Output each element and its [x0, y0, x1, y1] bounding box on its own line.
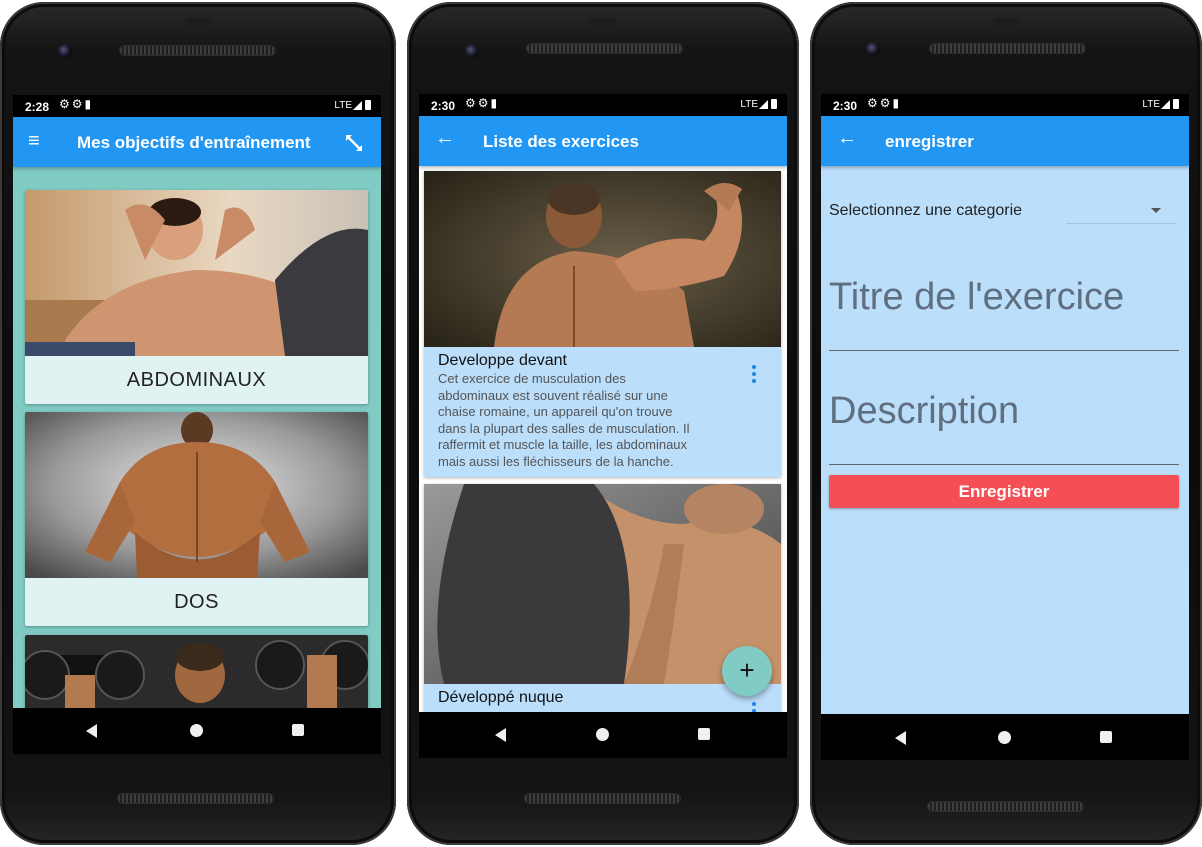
- nav-recents-icon[interactable]: [698, 728, 710, 740]
- nav-home-icon[interactable]: [190, 724, 203, 737]
- category-dropdown-placeholder: Selectionnez une categorie: [829, 202, 1023, 219]
- status-bar: 2:30 ⚙⚙▮ LTE: [821, 94, 1189, 116]
- description-field-placeholder: Description: [829, 390, 1020, 432]
- app-bar: ← enregistrer: [821, 116, 1189, 166]
- status-notification-icons: ⚙⚙▮: [867, 96, 902, 110]
- category-label: DOS: [174, 591, 219, 613]
- earpiece-speaker: [930, 44, 1085, 53]
- arms-workout-image: [25, 635, 368, 715]
- bottom-speaker: [525, 794, 680, 803]
- arrow-back-icon[interactable]: ←: [837, 127, 857, 150]
- signal-icon: [759, 99, 768, 109]
- exercise-description-line: raffermit et muscle la taille, les abdom…: [438, 437, 688, 453]
- earpiece-speaker: [527, 44, 682, 53]
- exercise-title: Developpe devant: [438, 352, 567, 369]
- dropdown-underline: [1066, 223, 1176, 224]
- battery-icon: [1173, 99, 1179, 110]
- nav-home-icon[interactable]: [596, 728, 609, 741]
- arrow-back-icon[interactable]: ←: [435, 127, 455, 150]
- app-bar: ≡ Mes objectifs d'entraînement: [13, 117, 381, 167]
- exercise-description-line: chaise romaine, un appareil qu'on trouve: [438, 404, 673, 420]
- status-time: 2:30: [431, 99, 456, 113]
- phone-frame-2: 2:30 ⚙⚙▮ LTE ← Liste des exercices Devel…: [407, 2, 799, 845]
- hamburger-icon[interactable]: ≡: [28, 130, 40, 153]
- status-notification-icons: ⚙⚙▮: [59, 97, 94, 111]
- status-bar: 2:28 ⚙⚙▮ LTE: [13, 95, 381, 117]
- phone-frame-3: 2:30 ⚙⚙▮ LTE ← enregistrer Selectionnez …: [810, 2, 1202, 845]
- battery-icon: [365, 100, 371, 111]
- exercise-title: Développé nuque: [438, 689, 564, 706]
- status-network: LTE: [334, 100, 371, 111]
- bottom-speaker: [118, 794, 273, 803]
- abs-workout-image: [25, 190, 368, 356]
- status-network: LTE: [1142, 99, 1179, 110]
- app-bar: ← Liste des exercices: [419, 116, 787, 166]
- proximity-sensor: [185, 18, 211, 25]
- nav-recents-icon[interactable]: [1100, 731, 1112, 743]
- bottom-speaker: [928, 802, 1083, 811]
- network-type: LTE: [740, 99, 758, 110]
- system-nav-bar: [13, 708, 381, 754]
- system-nav-bar: [419, 712, 787, 758]
- network-type: LTE: [1142, 99, 1160, 110]
- exercise-description-line: mais aussi les fléchisseurs de la hanche…: [438, 453, 674, 469]
- status-bar: 2:30 ⚙⚙▮ LTE: [419, 94, 787, 116]
- category-card-partial[interactable]: [25, 635, 368, 715]
- dropdown-arrow-icon: [1151, 208, 1161, 213]
- title-field-underline: [829, 350, 1179, 351]
- system-nav-bar: [821, 714, 1189, 760]
- screen-add-exercise: 2:30 ⚙⚙▮ LTE ← enregistrer Selectionnez …: [821, 94, 1189, 760]
- status-time: 2:28: [25, 100, 50, 114]
- page-title: Liste des exercices: [483, 132, 639, 151]
- page-title: enregistrer: [885, 132, 974, 151]
- nav-back-icon[interactable]: [495, 728, 506, 742]
- category-card-dos[interactable]: DOS: [25, 412, 368, 626]
- signal-icon: [1161, 99, 1170, 109]
- back-workout-image: [25, 412, 368, 578]
- exercise-description-line: Cet exercice de musculation des: [438, 371, 626, 386]
- save-button[interactable]: Enregistrer: [829, 475, 1179, 508]
- proximity-sensor: [993, 18, 1019, 25]
- page-title: Mes objectifs d'entraînement: [77, 133, 311, 152]
- network-type: LTE: [334, 100, 352, 111]
- status-time: 2:30: [833, 99, 858, 113]
- exercise-description: Cet exercice de musculation des abdomina…: [438, 371, 723, 471]
- category-list: ABDOMINAUX DOS: [13, 167, 381, 715]
- signal-icon: [353, 100, 362, 110]
- screen-main-categories: 2:28 ⚙⚙▮ LTE ≡ Mes objectifs d'entraînem…: [13, 95, 381, 754]
- exercise-back-biceps-image: [424, 171, 781, 347]
- proximity-sensor: [590, 18, 616, 25]
- status-notification-icons: ⚙⚙▮: [465, 96, 500, 110]
- earpiece-speaker: [120, 46, 275, 55]
- more-vert-icon[interactable]: [752, 365, 756, 386]
- description-field-underline: [829, 464, 1179, 465]
- screen-exercise-list: 2:30 ⚙⚙▮ LTE ← Liste des exercices Devel…: [419, 94, 787, 758]
- exercise-description-line: abdominaux est souvent réalisé sur une: [438, 387, 668, 403]
- exercise-list: Developpe devant Cet exercice de muscula…: [419, 166, 787, 724]
- nav-back-icon[interactable]: [86, 724, 97, 738]
- add-exercise-fab[interactable]: +: [722, 646, 772, 696]
- front-camera: [866, 42, 880, 56]
- battery-icon: [771, 99, 777, 110]
- front-camera: [465, 44, 479, 58]
- front-camera: [58, 44, 72, 58]
- title-field-placeholder: Titre de l'exercice: [829, 276, 1125, 318]
- exercise-description-line: dans la plupart des salles de musculatio…: [438, 420, 690, 436]
- nav-back-icon[interactable]: [895, 731, 906, 745]
- nav-recents-icon[interactable]: [292, 724, 304, 736]
- exercise-card-developpe-nuque[interactable]: Développé nuque: [424, 484, 781, 724]
- status-network: LTE: [740, 99, 777, 110]
- exercise-card-developpe-devant[interactable]: Developpe devant Cet exercice de muscula…: [424, 171, 781, 477]
- exercise-form: Selectionnez une categorie Titre de l'ex…: [821, 166, 1189, 714]
- category-label: ABDOMINAUX: [126, 369, 267, 391]
- nav-home-icon[interactable]: [998, 731, 1011, 744]
- category-card-abdominaux[interactable]: ABDOMINAUX: [25, 190, 368, 404]
- phone-frame-1: 2:28 ⚙⚙▮ LTE ≡ Mes objectifs d'entraînem…: [0, 2, 396, 845]
- expand-arrows-icon[interactable]: [343, 132, 365, 154]
